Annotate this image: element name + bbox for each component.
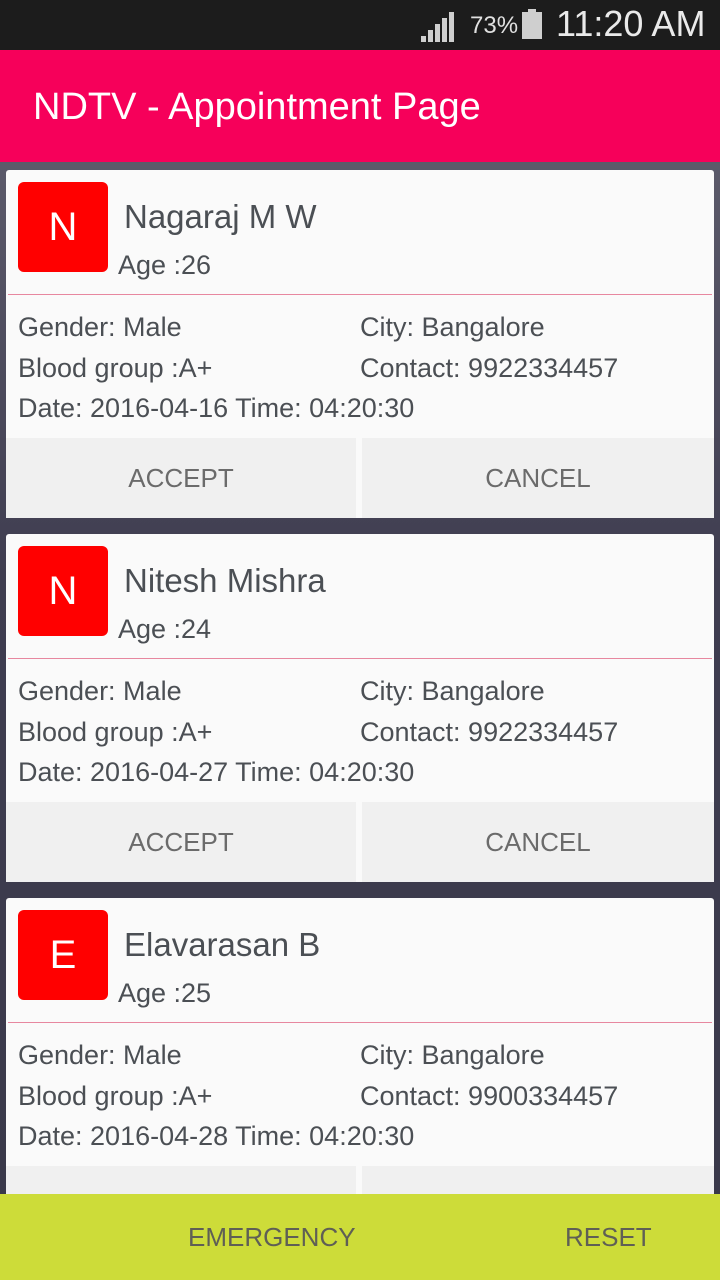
patient-name: Nitesh Mishra bbox=[124, 562, 326, 599]
appointment-card: N Nitesh Mishra Age :24 Gender: Male Cit… bbox=[6, 534, 714, 882]
app-bar: NDTV - Appointment Page bbox=[0, 50, 720, 162]
patient-age: Age :24 bbox=[118, 614, 212, 644]
cancel-button[interactable] bbox=[362, 1166, 714, 1194]
avatar: E bbox=[18, 910, 108, 1000]
patient-city: City: Bangalore bbox=[360, 1040, 545, 1070]
appointment-datetime: Date: 2016-04-28 Time: 04:20:30 bbox=[18, 1121, 415, 1151]
patient-age: Age :25 bbox=[118, 978, 212, 1008]
appointment-card: E Elavarasan B Age :25 Gender: Male City… bbox=[6, 898, 714, 1194]
status-bar: 73% 11:20 AM bbox=[0, 0, 720, 50]
appointment-datetime: Date: 2016-04-16 Time: 04:20:30 bbox=[18, 393, 415, 423]
emergency-button[interactable]: EMERGENCY bbox=[188, 1194, 356, 1280]
accept-button[interactable]: ACCEPT bbox=[6, 802, 356, 882]
patient-gender: Gender: Male bbox=[18, 1040, 182, 1070]
divider bbox=[8, 1022, 712, 1023]
patient-blood-group: Blood group :A+ bbox=[18, 717, 213, 747]
patient-blood-group: Blood group :A+ bbox=[18, 1081, 213, 1111]
patient-contact: Contact: 9922334457 bbox=[360, 353, 619, 383]
appointment-list[interactable]: N Nagaraj M W Age :26 Gender: Male City:… bbox=[0, 162, 720, 1194]
reset-button[interactable]: RESET bbox=[565, 1194, 652, 1280]
battery-percentage: 73% bbox=[470, 12, 519, 39]
patient-blood-group: Blood group :A+ bbox=[18, 353, 213, 383]
page-title: NDTV - Appointment Page bbox=[33, 86, 481, 128]
accept-button[interactable] bbox=[6, 1166, 356, 1194]
patient-contact: Contact: 9900334457 bbox=[360, 1081, 619, 1111]
patient-name: Elavarasan B bbox=[124, 926, 321, 963]
divider bbox=[8, 658, 712, 659]
battery-icon bbox=[522, 9, 542, 39]
avatar: N bbox=[18, 546, 108, 636]
avatar: N bbox=[18, 182, 108, 272]
patient-gender: Gender: Male bbox=[18, 312, 182, 342]
patient-age: Age :26 bbox=[118, 250, 212, 280]
patient-contact: Contact: 9922334457 bbox=[360, 717, 619, 747]
patient-name: Nagaraj M W bbox=[124, 198, 317, 235]
appointment-datetime: Date: 2016-04-27 Time: 04:20:30 bbox=[18, 757, 415, 787]
patient-city: City: Bangalore bbox=[360, 312, 545, 342]
signal-icon bbox=[421, 12, 454, 42]
divider bbox=[8, 294, 712, 295]
accept-button[interactable]: ACCEPT bbox=[6, 438, 356, 518]
patient-gender: Gender: Male bbox=[18, 676, 182, 706]
cancel-button[interactable]: CANCEL bbox=[362, 438, 714, 518]
bottom-action-bar: EMERGENCY RESET bbox=[0, 1194, 720, 1280]
patient-city: City: Bangalore bbox=[360, 676, 545, 706]
appointment-card: N Nagaraj M W Age :26 Gender: Male City:… bbox=[6, 170, 714, 518]
clock: 11:20 AM bbox=[556, 3, 706, 44]
cancel-button[interactable]: CANCEL bbox=[362, 802, 714, 882]
